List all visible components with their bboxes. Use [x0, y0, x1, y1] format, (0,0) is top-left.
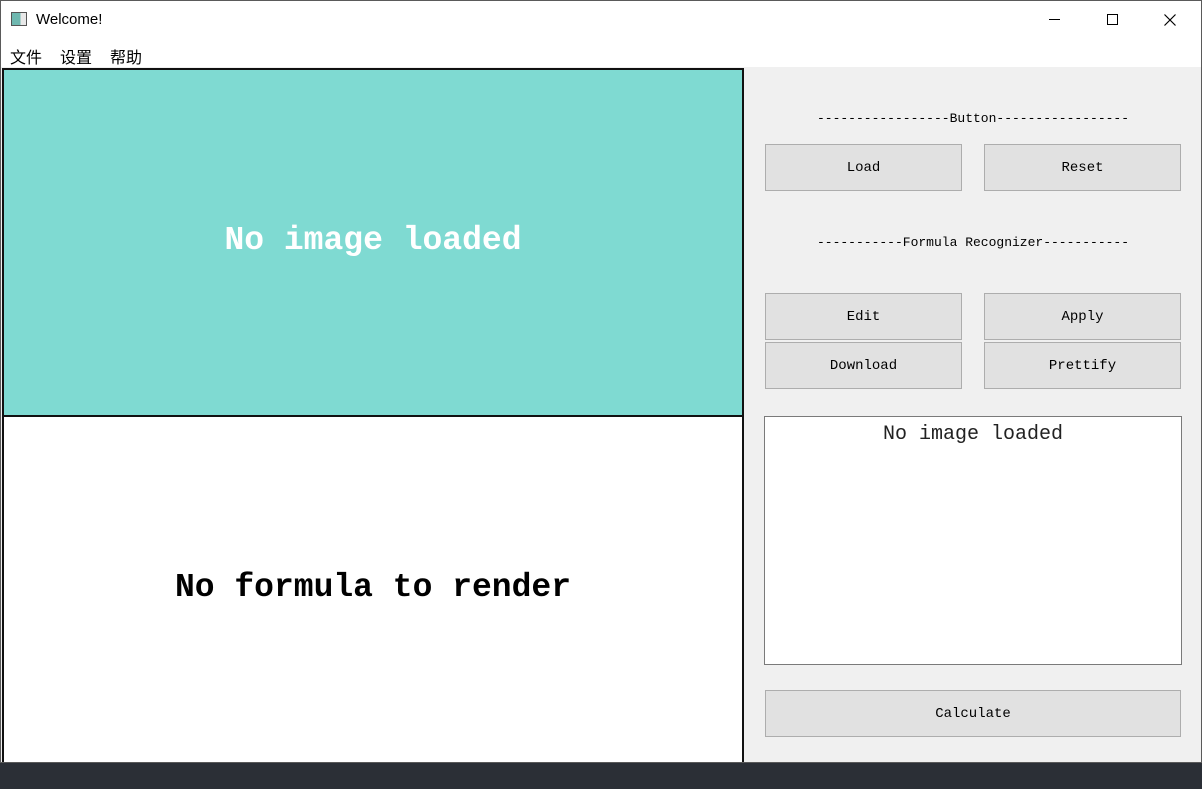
output-text-box[interactable]: No image loaded [764, 416, 1182, 665]
formula-placeholder-text: No formula to render [174, 569, 572, 606]
output-placeholder-text: No image loaded [882, 423, 1064, 446]
calculate-button[interactable]: Calculate [765, 690, 1181, 737]
close-icon [1164, 13, 1176, 26]
app-window-icon [11, 12, 27, 26]
close-button[interactable] [1141, 1, 1199, 38]
menu-file[interactable]: 文件 [10, 44, 42, 68]
formula-render-panel: No formula to render [2, 415, 744, 762]
edit-button[interactable]: Edit [765, 293, 962, 340]
window-title: Welcome! [36, 11, 103, 28]
formula-recognizer-section-label: -----------Formula Recognizer----------- [816, 235, 1130, 250]
maximize-button[interactable] [1083, 1, 1141, 38]
image-placeholder-text: No image loaded [224, 222, 522, 259]
menu-settings[interactable]: 设置 [60, 44, 92, 68]
minimize-button[interactable] [1025, 1, 1083, 38]
main-window: Welcome! 文件 设置 帮助 No image loaded No for… [0, 0, 1202, 763]
download-button[interactable]: Download [765, 342, 962, 389]
maximize-icon [1106, 14, 1118, 25]
menu-bar: 文件 设置 帮助 [1, 38, 1201, 67]
title-bar: Welcome! [1, 1, 1201, 38]
minimize-icon [1048, 19, 1060, 20]
button-section-label: -----------------Button----------------- [816, 111, 1130, 126]
apply-button[interactable]: Apply [984, 293, 1181, 340]
image-display-panel: No image loaded [2, 68, 744, 417]
reset-button[interactable]: Reset [984, 144, 1181, 191]
menu-help[interactable]: 帮助 [110, 44, 142, 68]
prettify-button[interactable]: Prettify [984, 342, 1181, 389]
load-button[interactable]: Load [765, 144, 962, 191]
